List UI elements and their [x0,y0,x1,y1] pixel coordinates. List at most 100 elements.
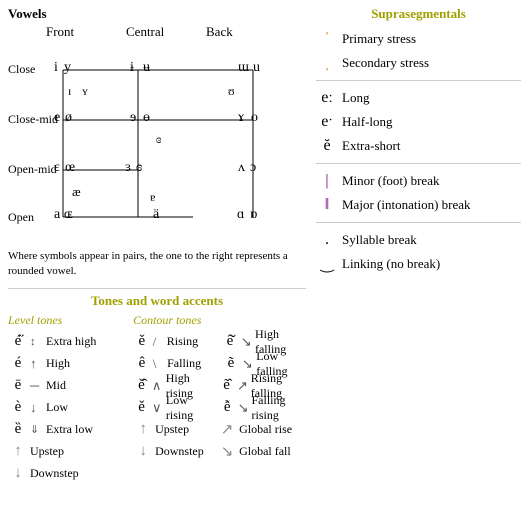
supra-label-linking: Linking (no break) [342,256,440,272]
tone-row-high: é ↑ High [8,353,125,375]
row-openmid: Open-mid [8,162,57,177]
vowel-U: ʊ [228,84,235,99]
row-open: Open [8,210,34,225]
vowel-oc: ɔ [250,160,256,176]
contour-icon-grise: ↗ [217,420,237,439]
vowels-header: Front Central Back [8,24,306,40]
tone-label-high: High [46,356,70,371]
vowel-Y: ʏ [82,84,88,99]
contour-label-rising: Rising [167,334,219,349]
vowel-oe-small: ɶ [64,207,73,223]
vowel-u-central: ʉ [143,60,150,76]
tone-symbol-extralow: ȅ [8,421,28,438]
contour-icon-lfall: ↘ [242,356,254,372]
supra-symbol-syllable: . [316,231,338,249]
supra-row-primary: ˈ Primary stress [316,28,521,50]
vowel-o-central: ɵ [143,110,150,126]
supra-row-secondary: ˌ Secondary stress [316,52,521,74]
contour-icon-rfalling: ↗ [237,378,249,394]
contour-label-frising: Falling rising [252,393,307,423]
vowel-mback: ɯ [238,60,249,76]
col-front: Front [46,24,126,40]
supra-row-minor: | Minor (foot) break [316,170,521,192]
right-panel: Suprasegmentals ˈ Primary stress ˌ Secon… [310,0,525,489]
tone-symbol-downstep: ↓ [8,465,28,482]
supra-label-minor: Minor (foot) break [342,173,439,189]
vowel-e-low: ɞ [156,132,161,147]
contour-icon-lrising: ∨ [152,400,164,416]
supra-symbol-minor: | [316,172,338,190]
vowel-a: a [54,207,60,223]
col-back: Back [206,24,286,40]
supra-label-halflong: Half-long [342,114,393,130]
supra-symbol-major: ‖ [316,196,338,214]
contour-row-downstep2: ↓ Downstep ↘ Global fall [133,441,306,463]
contour-tones-col: Contour tones ě / Rising ê̌ ↘ High falli… [125,313,306,485]
tones-section: Tones and word accents Level tones é̋ ↕ … [8,288,306,485]
row-close: Close [8,62,35,77]
contour-label-gfall: Global fall [239,444,291,459]
tone-row-downstep: ↓ Downstep [8,463,125,485]
contour-symbol-lfall: ẽ [222,355,240,372]
contour-icon-frising: ↘ [238,400,250,416]
contour-symbol-rfalling: ẽ̂ [218,377,235,394]
supra-row-syllable: . Syllable break [316,229,521,251]
vowels-title: Vowels [8,6,306,22]
tone-label-mid: Mid [46,378,66,393]
tone-symbol-low: è [8,399,28,416]
contour-symbol-hfall: ê̌ [221,333,238,350]
page: Vowels Front Central Back [0,0,525,489]
tone-symbol-mid: ē [8,377,28,394]
supra-row-linking: ‿ Linking (no break) [316,253,521,275]
contour-label-falling: Falling [167,356,220,371]
contour-tones-title: Contour tones [133,313,306,328]
supra-row-major: ‖ Major (intonation) break [316,194,521,216]
contour-symbol-frising: ễ [219,399,236,416]
supra-title: Suprasegmentals [316,6,521,22]
vowel-I: ɪ [68,84,71,99]
contour-icon-hfall: ↘ [241,334,253,350]
vowel-rams: ɤ [238,110,244,126]
vowel-o: o [251,110,258,126]
tone-label-low: Low [46,400,68,415]
supra-label-syllable: Syllable break [342,232,417,248]
divider-1 [316,80,521,81]
col-central: Central [126,24,206,40]
vowel-e3b: ɞ [136,160,142,176]
contour-symbol-falling: ê [133,355,151,372]
contour-label-upstep2: Upstep [155,422,215,437]
supra-symbol-primary: ˈ [316,30,338,48]
contour-symbol-hrising: ě̂ [133,377,150,394]
contour-icon-up: ↑ [133,421,153,438]
vowel-y: y [64,60,71,76]
vowel-eps: ɛ [54,160,60,176]
supra-label-primary: Primary stress [342,31,416,47]
supra-row-extrashort: ĕ Extra-short [316,135,521,157]
contour-symbol-lrising: ě [133,399,150,416]
level-tones-title: Level tones [8,313,125,328]
supra-label-major: Major (intonation) break [342,197,471,213]
supra-symbol-secondary: ˌ [316,54,338,72]
tone-row-extralow: ȅ ⇓ Extra low [8,419,125,441]
supra-symbol-linking: ‿ [316,254,338,274]
vowel-e3: ɜ [125,160,131,176]
tones-columns: Level tones é̋ ↕ Extra high é ↑ High ē ─ [8,313,306,485]
tone-label-extrahigh: Extra high [46,334,96,349]
vowel-e-mid: ɘ [130,110,136,126]
contour-icon-gfall: ↘ [217,442,237,461]
tone-symbol-extrahigh: é̋ [8,333,28,350]
vowel-lambda: ʌ [238,160,245,176]
tone-icon-extralow: ⇓ [30,423,44,436]
tone-label-downstep: Downstep [30,466,79,481]
vowel-u: u [253,60,260,76]
vowels-section: Vowels Front Central Back [8,6,306,280]
vowel-i: i [54,60,58,76]
contour-icon-rising: / [153,334,165,350]
contour-icon-down: ↓ [133,443,153,460]
tone-symbol-high: é [8,355,28,372]
supra-row-halflong: eˑ Half-long [316,111,521,133]
supra-symbol-extrashort: ĕ [316,137,338,155]
divider-3 [316,222,521,223]
vowel-e: e [54,110,60,126]
tone-label-upstep: Upstep [30,444,64,459]
